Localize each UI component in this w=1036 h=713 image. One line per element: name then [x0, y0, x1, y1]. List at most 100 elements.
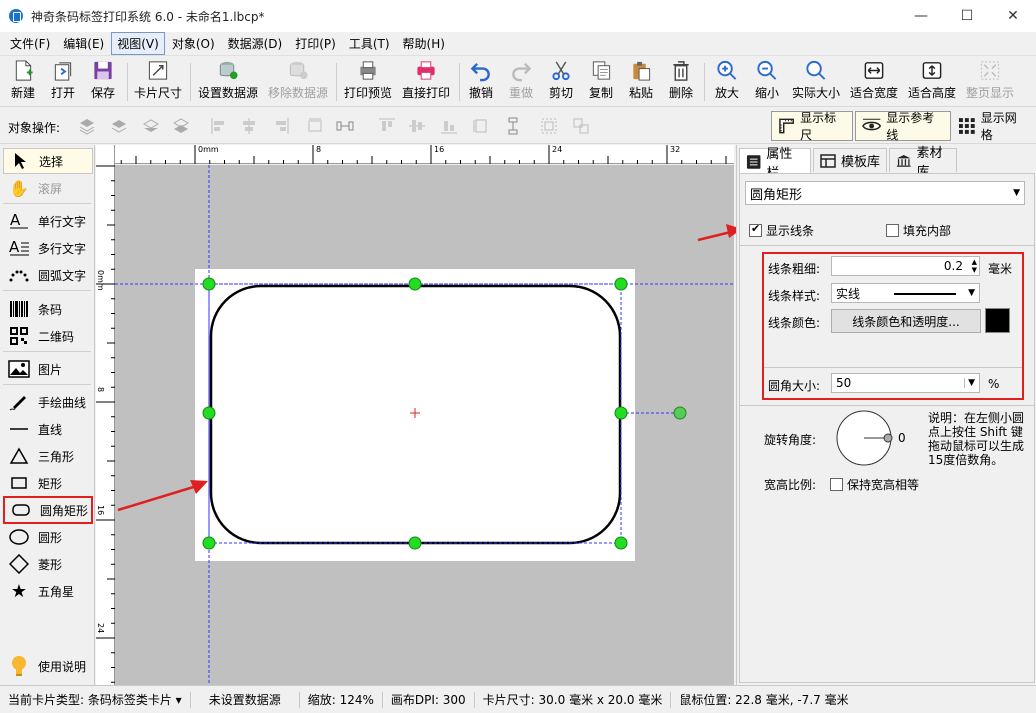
tool-qrcode[interactable]: 二维码: [3, 323, 93, 349]
redo-button[interactable]: 重做: [506, 59, 536, 105]
align-bottom-icon[interactable]: [440, 117, 458, 135]
new-button[interactable]: 新建: [8, 59, 38, 105]
cut-button[interactable]: 剪切: [546, 59, 576, 105]
send-backward-icon[interactable]: [142, 117, 160, 135]
show-guides-toggle[interactable]: 显示参考线: [855, 111, 951, 142]
resize-handle-bottom[interactable]: [408, 536, 422, 550]
send-back-icon[interactable]: [172, 117, 190, 135]
menu-tools[interactable]: 工具(T): [343, 32, 396, 55]
tool-select[interactable]: 选择: [3, 148, 93, 174]
paste-button[interactable]: 粘贴: [626, 59, 656, 105]
maximize-button[interactable]: ☐: [944, 0, 990, 32]
ruler-left-label-16: 16: [96, 505, 105, 516]
tab-materials[interactable]: 素材库: [889, 146, 957, 180]
tab-templates[interactable]: 模板库: [813, 148, 887, 172]
distribute-vertical-icon[interactable]: [504, 117, 522, 135]
align-middle-icon[interactable]: [408, 117, 426, 135]
undo-button[interactable]: 撤销: [466, 59, 496, 105]
tool-rounded-rect[interactable]: 圆角矩形: [3, 496, 93, 524]
resize-handle-left[interactable]: [202, 406, 216, 420]
printer-icon: [417, 61, 435, 80]
open-button[interactable]: 打开: [48, 59, 78, 105]
menu-file[interactable]: 文件(F): [4, 32, 56, 55]
same-height-icon[interactable]: [472, 117, 490, 135]
tool-single-text[interactable]: A 单行文字: [3, 208, 93, 234]
tool-help[interactable]: 使用说明: [3, 653, 93, 679]
fit-page-button[interactable]: 整页显示: [964, 59, 1016, 105]
resize-handle-bottom-left[interactable]: [202, 536, 216, 550]
fill-inside-checkbox[interactable]: 填充内部: [886, 222, 951, 239]
menu-datasource[interactable]: 数据源(D): [222, 32, 289, 55]
group-icon[interactable]: [540, 117, 558, 135]
direct-print-button[interactable]: 直接打印: [400, 59, 452, 105]
set-datasource-button[interactable]: 设置数据源: [196, 59, 260, 105]
stroke-color-swatch[interactable]: [985, 308, 1010, 333]
show-grid-toggle[interactable]: 显示网格: [952, 111, 1034, 142]
menu-help[interactable]: 帮助(H): [397, 32, 451, 55]
print-preview-button[interactable]: 打印预览: [342, 59, 394, 105]
tool-freehand[interactable]: 手绘曲线: [3, 389, 93, 415]
actual-size-label: 实际大小: [791, 86, 840, 100]
svg-text:A: A: [10, 212, 21, 229]
ungroup-icon[interactable]: [572, 117, 590, 135]
zoom-in-icon: [717, 60, 737, 80]
remove-datasource-button[interactable]: 移除数据源: [266, 59, 330, 105]
tab-templates-label: 模板库: [841, 155, 881, 170]
menu-print[interactable]: 打印(P): [289, 32, 342, 55]
corner-size-select[interactable]: 50 ▼: [831, 373, 980, 393]
design-canvas[interactable]: [115, 165, 734, 685]
close-button[interactable]: ✕: [990, 0, 1036, 32]
align-center-icon[interactable]: [240, 117, 258, 135]
menu-object[interactable]: 对象(O): [166, 32, 221, 55]
tool-image[interactable]: 图片: [3, 356, 93, 382]
resize-handle-right[interactable]: [614, 406, 628, 420]
same-width-icon[interactable]: [306, 117, 324, 135]
card-size-button[interactable]: 卡片尺寸: [132, 59, 184, 105]
zoom-out-button[interactable]: 缩小: [752, 59, 782, 105]
ruler-top-label-32: 32: [670, 145, 681, 154]
stroke-color-button[interactable]: 线条颜色和透明度...: [831, 309, 981, 333]
menu-view[interactable]: 视图(V): [111, 32, 165, 55]
align-top-icon[interactable]: [378, 117, 396, 135]
delete-button[interactable]: 删除: [666, 59, 696, 105]
fit-width-button[interactable]: 适合宽度: [848, 59, 900, 105]
align-left-icon[interactable]: [210, 117, 228, 135]
tool-diamond[interactable]: 菱形: [3, 551, 93, 577]
rotation-knob[interactable]: [883, 433, 893, 443]
resize-handle-bottom-right[interactable]: [614, 536, 628, 550]
undo-label: 撤销: [468, 86, 493, 100]
tool-scroll[interactable]: ✋ 滚屏: [3, 175, 93, 201]
align-right-icon[interactable]: [272, 117, 290, 135]
stroke-style-select[interactable]: 实线 ▼: [831, 283, 980, 303]
tool-triangle[interactable]: 三角形: [3, 443, 93, 469]
menu-edit[interactable]: 编辑(E): [57, 32, 110, 55]
copy-button[interactable]: 复制: [586, 59, 616, 105]
tool-multi-text[interactable]: A 多行文字: [3, 235, 93, 261]
actual-size-button[interactable]: 实际大小: [790, 59, 842, 105]
tab-properties[interactable]: 属性栏: [739, 147, 811, 181]
rotation-handle[interactable]: [673, 406, 687, 420]
spinner-icon[interactable]: ▲ ▼: [972, 258, 977, 274]
show-ruler-toggle[interactable]: 显示标尺: [771, 111, 853, 142]
stroke-width-input[interactable]: 0.2 ▲ ▼: [831, 256, 980, 276]
bring-forward-icon[interactable]: [110, 117, 128, 135]
object-type-select[interactable]: 圆角矩形 ▼: [745, 181, 1025, 205]
resize-handle-top-right[interactable]: [614, 277, 628, 291]
bring-front-icon[interactable]: [78, 117, 96, 135]
fit-height-button[interactable]: 适合高度: [906, 59, 958, 105]
keep-aspect-checkbox[interactable]: 保持宽高相等: [830, 476, 919, 493]
tool-rectangle[interactable]: 矩形: [3, 470, 93, 496]
distribute-horizontal-icon[interactable]: [336, 117, 354, 135]
tool-star[interactable]: ★ 五角星: [3, 578, 93, 604]
minimize-button[interactable]: —: [898, 0, 944, 32]
save-button[interactable]: 保存: [88, 59, 118, 105]
zoom-in-button[interactable]: 放大: [712, 59, 742, 105]
status-card-type[interactable]: 当前卡片类型: 条码标签类卡片 ▾: [0, 691, 191, 708]
tool-arc-text[interactable]: 圆弧文字: [3, 262, 93, 288]
resize-handle-top-left[interactable]: [202, 277, 216, 291]
tool-barcode[interactable]: 条码: [3, 296, 93, 322]
tool-circle[interactable]: 圆形: [3, 524, 93, 550]
resize-handle-top[interactable]: [408, 277, 422, 291]
show-stroke-checkbox[interactable]: 显示线条: [749, 222, 814, 239]
tool-line[interactable]: 直线: [3, 416, 93, 442]
